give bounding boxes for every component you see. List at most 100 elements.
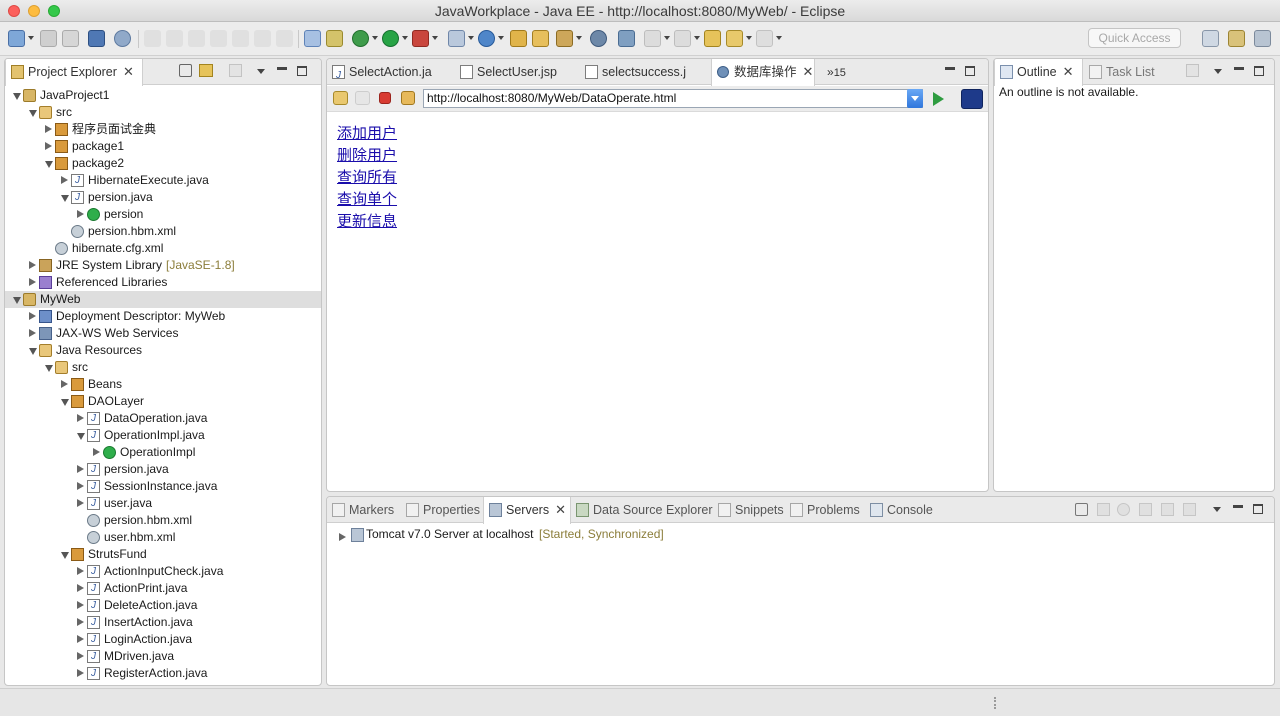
save-icon[interactable] <box>40 30 57 47</box>
tab-outline[interactable]: Outline ✕ <box>994 59 1083 86</box>
tab-overflow-button[interactable]: »15 <box>821 59 846 85</box>
close-icon[interactable]: ✕ <box>123 59 134 85</box>
expand-chevron-icon[interactable] <box>61 176 68 184</box>
toolbar-icon[interactable] <box>1186 64 1199 77</box>
expand-chevron-icon[interactable] <box>77 499 84 507</box>
expand-chevron-icon[interactable] <box>77 601 84 609</box>
tree-item[interactable]: MDriven.java <box>5 648 321 665</box>
collapse-chevron-icon[interactable] <box>13 93 21 100</box>
chevron-down-icon[interactable] <box>664 36 670 40</box>
collapse-chevron-icon[interactable] <box>45 365 53 372</box>
back-icon[interactable] <box>333 91 348 105</box>
maximize-icon[interactable] <box>1254 66 1264 76</box>
tab-properties[interactable]: Properties <box>401 497 483 523</box>
chevron-down-icon[interactable] <box>402 36 408 40</box>
step-into-icon[interactable] <box>232 30 249 47</box>
page-link[interactable]: 添加用户 <box>337 122 397 144</box>
tree-item[interactable]: DeleteAction.java <box>5 597 321 614</box>
resume-icon[interactable] <box>144 30 161 47</box>
java-perspective-icon[interactable] <box>1254 30 1271 47</box>
tab-problems[interactable]: Problems <box>785 497 865 523</box>
expand-chevron-icon[interactable] <box>29 329 36 337</box>
tree-item[interactable]: HibernateExecute.java <box>5 172 321 189</box>
expand-chevron-icon[interactable] <box>45 125 52 133</box>
collapse-chevron-icon[interactable] <box>45 161 53 168</box>
tree-item[interactable]: user.java <box>5 495 321 512</box>
disconnect-icon[interactable] <box>210 30 227 47</box>
tab-select-user[interactable]: SelectUser.jsp <box>455 59 580 85</box>
stop-server-icon[interactable] <box>1161 503 1174 516</box>
print-icon[interactable] <box>88 30 105 47</box>
view-menu-icon[interactable] <box>1213 507 1221 512</box>
external-tools-icon[interactable] <box>412 30 429 47</box>
new-web-icon[interactable] <box>478 30 495 47</box>
expand-chevron-icon[interactable] <box>77 584 84 592</box>
search-icon[interactable] <box>618 30 635 47</box>
maximize-icon[interactable] <box>297 66 307 76</box>
expand-chevron-icon[interactable] <box>77 414 84 422</box>
refresh-icon[interactable] <box>401 91 415 105</box>
prev-annotation-icon[interactable] <box>674 30 691 47</box>
step-over-icon[interactable] <box>254 30 271 47</box>
minimize-icon[interactable] <box>945 67 955 70</box>
tab-project-explorer[interactable]: Project Explorer ✕ <box>5 59 143 86</box>
chevron-down-icon[interactable] <box>694 36 700 40</box>
maximize-icon[interactable] <box>1253 504 1263 514</box>
step-return-icon[interactable] <box>276 30 293 47</box>
collapse-chevron-icon[interactable] <box>29 348 37 355</box>
tab-select-success[interactable]: selectsuccess.j <box>580 59 711 85</box>
tree-item[interactable]: Deployment Descriptor: MyWeb <box>5 308 321 325</box>
start-server-icon[interactable] <box>1117 503 1130 516</box>
open-perspective-icon[interactable] <box>1202 30 1219 47</box>
expand-chevron-icon[interactable] <box>29 278 36 286</box>
expand-chevron-icon[interactable] <box>339 533 346 541</box>
close-window-button[interactable] <box>8 5 20 17</box>
minimize-icon[interactable] <box>1233 505 1243 508</box>
run-icon[interactable] <box>382 30 399 47</box>
tree-item[interactable]: persion.java <box>5 461 321 478</box>
url-history-dropdown[interactable] <box>907 89 923 108</box>
next-annotation-icon[interactable] <box>644 30 661 47</box>
tree-item[interactable]: ActionPrint.java <box>5 580 321 597</box>
pen-icon[interactable] <box>556 30 573 47</box>
tree-item[interactable]: MyWeb <box>5 291 321 308</box>
java-ee-perspective-icon[interactable] <box>1228 30 1245 47</box>
tree-item[interactable]: StrutsFund <box>5 546 321 563</box>
chevron-down-icon[interactable] <box>468 36 474 40</box>
url-input[interactable]: http://localhost:8080/MyWeb/DataOperate.… <box>423 89 923 108</box>
tree-item[interactable]: package2 <box>5 155 321 172</box>
run-last-icon[interactable] <box>304 30 321 47</box>
tree-item[interactable]: persion.hbm.xml <box>5 512 321 529</box>
tab-snippets[interactable]: Snippets <box>713 497 785 523</box>
profile-server-icon[interactable] <box>1139 503 1152 516</box>
minimize-icon[interactable] <box>277 67 287 70</box>
expand-chevron-icon[interactable] <box>77 482 84 490</box>
tree-item[interactable]: user.hbm.xml <box>5 529 321 546</box>
page-link[interactable]: 更新信息 <box>337 210 397 232</box>
tab-console[interactable]: Console <box>865 497 937 523</box>
quick-access-input[interactable]: Quick Access <box>1088 28 1181 48</box>
close-icon[interactable]: ✕ <box>803 59 814 85</box>
chevron-down-icon[interactable] <box>576 36 582 40</box>
forward-arrow-icon[interactable] <box>756 30 773 47</box>
forward-icon[interactable] <box>355 91 370 105</box>
tree-item[interactable]: Referenced Libraries <box>5 274 321 291</box>
chevron-down-icon[interactable] <box>776 36 782 40</box>
tree-item[interactable]: JAX-WS Web Services <box>5 325 321 342</box>
debug-server-icon[interactable] <box>1097 503 1110 516</box>
expand-chevron-icon[interactable] <box>77 635 84 643</box>
globe-icon[interactable] <box>590 30 607 47</box>
debug-icon[interactable] <box>352 30 369 47</box>
collapse-all-icon[interactable] <box>1075 503 1088 516</box>
tree-item[interactable]: src <box>5 104 321 121</box>
tree-item[interactable]: DataOperation.java <box>5 410 321 427</box>
skip-breakpoints-icon[interactable] <box>114 30 131 47</box>
filter-icon[interactable] <box>229 64 242 77</box>
tree-item[interactable]: OperationImpl.java <box>5 427 321 444</box>
tab-data-source-explorer[interactable]: Data Source Explorer <box>571 497 713 523</box>
tree-item[interactable]: JavaProject1 <box>5 87 321 104</box>
collapse-chevron-icon[interactable] <box>13 297 21 304</box>
collapse-all-icon[interactable] <box>179 64 192 77</box>
chevron-down-icon[interactable] <box>28 36 34 40</box>
chevron-down-icon[interactable] <box>746 36 752 40</box>
